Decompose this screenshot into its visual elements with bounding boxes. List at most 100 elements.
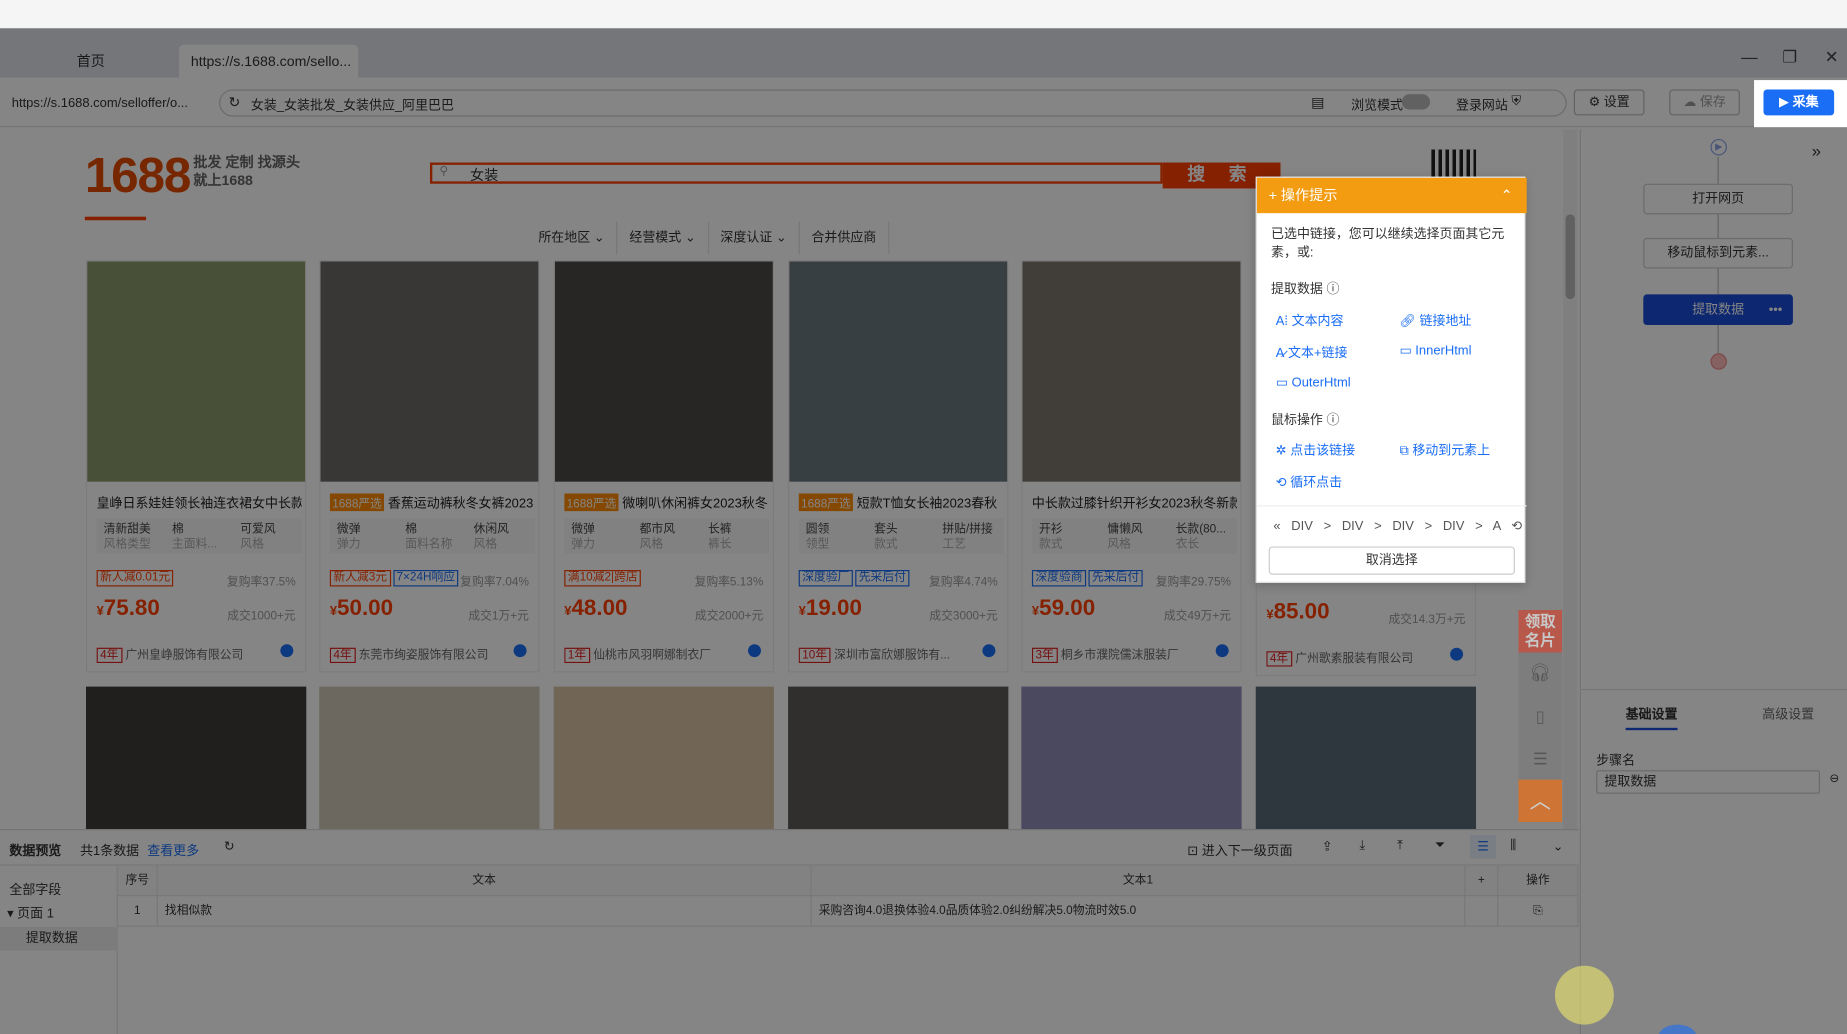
tab-home[interactable]: 首页	[77, 45, 105, 78]
hover-element-option[interactable]: ⧉ 移动到元素上	[1399, 440, 1490, 459]
step-name-input[interactable]: 提取数据	[1596, 770, 1821, 794]
product-title[interactable]: 1688严选 微喇叭休闲裤女2023秋冬	[564, 493, 769, 512]
product-image[interactable]	[788, 686, 1009, 830]
product-image[interactable]	[1022, 261, 1241, 482]
chat-icon[interactable]	[982, 644, 996, 658]
upload-icon[interactable]: ⤒	[1397, 839, 1403, 854]
loop-click-option[interactable]: ⟲ 循环点击	[1276, 472, 1342, 491]
settings-button[interactable]: ⚙ 设置	[1573, 89, 1645, 116]
product-title[interactable]: 皇峥日系娃娃领长袖连衣裙女中长款	[97, 493, 302, 512]
get-card-button[interactable]: 领取名片	[1518, 610, 1563, 653]
back-to-top-button[interactable]: ︿	[1518, 779, 1563, 823]
product-image[interactable]	[1021, 686, 1242, 830]
save-button[interactable]: ☁ 保存	[1669, 89, 1740, 116]
view-more-link[interactable]: 查看更多	[147, 841, 199, 860]
extract-text-link-option[interactable]: A̷ 文本+链接	[1276, 343, 1348, 362]
link-icon[interactable]: ⊖	[1829, 773, 1839, 786]
product-card[interactable]: 1688严选 香蕉运动裤秋冬女裤2023 微弹 弹力棉面料名称 休闲风 风格 新人减3元 7×…	[319, 260, 540, 673]
product-card[interactable]: 1688严选 短款T恤女长袖2023春秋 圆领 领型 套头 款式 拼贴/拼接 工艺 深度验厂 先采…	[788, 260, 1009, 673]
more-icon[interactable]: •••	[1769, 296, 1783, 324]
page-icon[interactable]: ▤	[1311, 94, 1324, 110]
browse-mode-toggle[interactable]	[1401, 94, 1431, 110]
page-scrollbar-thumb[interactable]	[1565, 214, 1575, 300]
col-header-actions: 操作	[1498, 865, 1579, 897]
collapse-up-icon[interactable]: ⌃	[1501, 178, 1513, 213]
feedback-icon[interactable]: ☰	[1518, 737, 1563, 780]
row-action-icon[interactable]: ⎘	[1498, 896, 1579, 927]
product-card[interactable]: 1688严选 微喇叭休闲裤女2023秋冬 微弹 弹力 都市风 风格 长裤 裤长 满10减2|跨店…	[553, 260, 774, 673]
site-logo[interactable]: 1688	[85, 147, 192, 204]
product-image[interactable]	[87, 261, 306, 482]
breadcrumb-path[interactable]: DIV > DIV > DIV > DIV > A	[1291, 519, 1500, 533]
chat-icon[interactable]	[513, 644, 527, 658]
cell-text[interactable]: 找相似款	[157, 896, 812, 927]
shop-name[interactable]: 1年 仙桃市风羽啊娜制衣厂	[564, 644, 747, 664]
product-image[interactable]	[789, 261, 1008, 482]
close-window-icon[interactable]: ✕	[1825, 47, 1839, 67]
login-site-label[interactable]: 登录网站	[1456, 95, 1508, 114]
chat-icon[interactable]	[280, 644, 294, 658]
list-view-icon[interactable]: ☰	[1470, 834, 1497, 859]
undo-icon[interactable]: ⟲	[1511, 519, 1522, 533]
product-image[interactable]	[553, 686, 774, 830]
product-image[interactable]	[85, 686, 307, 830]
chat-icon[interactable]	[1215, 644, 1229, 658]
product-image[interactable]	[554, 261, 773, 482]
product-title[interactable]: 中长款过膝针织开衫女2023秋冬新款	[1032, 493, 1237, 512]
extract-outerhtml-option[interactable]: ▭ OuterHtml	[1276, 375, 1351, 390]
shop-name[interactable]: 4年 东莞市绚姿服饰有限公司	[329, 644, 513, 664]
product-image[interactable]	[1255, 686, 1477, 830]
filter-icon[interactable]: ⏷	[1435, 839, 1445, 854]
shop-name[interactable]: 3年 桐乡市濮院儒沫服装厂	[1031, 644, 1215, 664]
product-title[interactable]: 1688严选 香蕉运动裤秋冬女裤2023	[329, 493, 535, 512]
filter-region[interactable]: 所在地区 ⌄	[527, 221, 618, 255]
reload-icon[interactable]: ↻	[229, 94, 241, 110]
restore-icon[interactable]: ❐	[1782, 47, 1797, 67]
extract-text-option[interactable]: A⁞ 文本内容	[1276, 311, 1344, 330]
chat-icon[interactable]	[1450, 647, 1464, 661]
expand-panel-icon[interactable]: »	[1812, 141, 1821, 160]
collapse-icon[interactable]: ⌄	[1553, 839, 1564, 854]
filter-business[interactable]: 经营模式 ⌄	[618, 221, 709, 255]
product-image[interactable]	[319, 686, 540, 830]
next-page-button[interactable]: ⊡ 进入下一级页面	[1187, 841, 1292, 860]
col-header-text1[interactable]: 文本1	[811, 865, 1466, 897]
minimize-icon[interactable]: —	[1741, 47, 1757, 66]
cell-text1[interactable]: 采购咨询4.0退换体验4.0品质体验2.0纠纷解决5.0物流时效5.0	[811, 896, 1466, 927]
breadcrumb-back-icon[interactable]: «	[1273, 519, 1280, 533]
flow-node-open-page[interactable]: 打开网页	[1643, 183, 1793, 215]
tab-search[interactable]: https://s.1688.com/sello...✕	[179, 44, 359, 104]
product-card[interactable]: 中长款过膝针织开衫女2023秋冬新款 开衫 款式 慵懒风 风格 长款(80... 衣长 深度验…	[1021, 260, 1242, 673]
product-card[interactable]: 皇峥日系娃娃领长袖连衣裙女中长款 清新甜美 风格类型棉主面料... 可爱风 风格 新人减0…	[85, 260, 307, 673]
chat-icon[interactable]	[748, 644, 761, 658]
extract-innerhtml-option[interactable]: ▭ InnerHtml	[1399, 343, 1471, 358]
product-image[interactable]	[320, 261, 539, 482]
shop-name[interactable]: 4年 广州歌素服装有限公司	[1266, 648, 1449, 667]
column-view-icon[interactable]: ⫼	[1510, 839, 1516, 854]
product-title[interactable]: 1688严选 短款T恤女长袖2023春秋	[798, 493, 1004, 512]
flow-node-move-mouse[interactable]: 移动鼠标到元素...	[1643, 237, 1793, 269]
page1-node[interactable]: ▾ 页面 1	[7, 903, 54, 922]
col-header-text[interactable]: 文本	[157, 865, 812, 897]
add-column-button[interactable]: +	[1465, 865, 1499, 897]
extract-link-option[interactable]: 🔗︎ 链接地址	[1399, 311, 1471, 330]
tab-basic-settings[interactable]: 基础设置	[1625, 704, 1678, 731]
search-input[interactable]: ⚲ 女装	[429, 162, 1163, 184]
filter-cert[interactable]: 深度认证 ⌄	[709, 221, 800, 255]
headset-icon[interactable]: 🎧︎	[1518, 652, 1563, 695]
export-icon[interactable]: ⇪	[1322, 839, 1333, 854]
tab-advanced-settings[interactable]: 高级设置	[1762, 704, 1814, 723]
click-link-option[interactable]: ✲ 点击该链接	[1276, 440, 1355, 459]
shop-name[interactable]: 4年 广州皇峥服饰有限公司	[96, 644, 280, 664]
mobile-icon[interactable]: ▯	[1518, 694, 1563, 738]
download-icon[interactable]: ⤓	[1359, 839, 1365, 854]
element-breadcrumb[interactable]: « DIV > DIV > DIV > DIV > A ⟲	[1273, 518, 1522, 533]
product-title-text: 皇峥日系娃娃领长袖连衣裙女中长款	[96, 496, 302, 512]
flow-node-extract[interactable]: 提取数据 •••	[1643, 294, 1793, 326]
extract-node[interactable]: 提取数据	[0, 926, 118, 951]
filter-merge[interactable]: 合并供应商	[800, 221, 890, 255]
collect-button-active[interactable]: ▶ 采集	[1763, 89, 1835, 116]
refresh-icon[interactable]: ↻	[224, 839, 235, 854]
shop-name[interactable]: 10年 深圳市富欣娜服饰有...	[798, 644, 982, 664]
cancel-selection-button[interactable]: 取消选择	[1268, 546, 1515, 575]
